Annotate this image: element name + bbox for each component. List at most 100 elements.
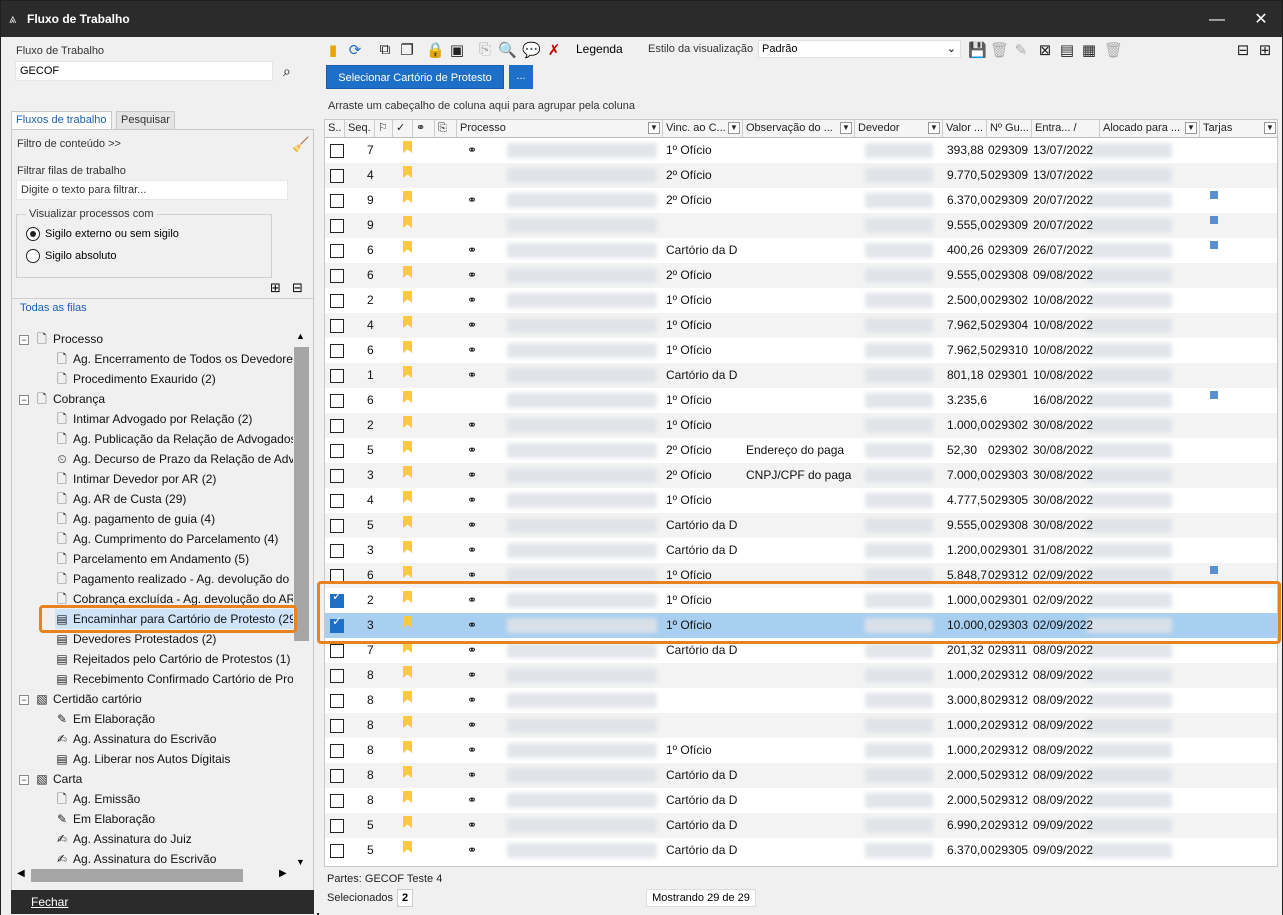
tree-item[interactable]: 🗋 Ag. Cumprimento do Parcelamento (4) (55, 529, 278, 549)
row-checkbox[interactable] (330, 844, 344, 858)
bookmark-icon[interactable] (403, 666, 412, 678)
tree-item[interactable]: ⏲ Ag. Decurso de Prazo da Relação de Advo (55, 449, 293, 469)
bookmark-icon[interactable] (403, 841, 412, 853)
column-header[interactable]: Devedor ▼ (855, 120, 943, 138)
column-header[interactable]: Observação do ... ▼ (743, 120, 855, 138)
row-checkbox[interactable] (330, 644, 344, 658)
link-icon[interactable]: ⚭ (467, 638, 477, 663)
copy-icon[interactable]: ⧉ (376, 41, 394, 58)
save-icon[interactable]: 💾 (968, 41, 987, 59)
column-header[interactable]: ⚭ (413, 120, 435, 138)
row-checkbox[interactable] (330, 394, 344, 408)
tree-item[interactable]: 🗋 Ag. Emissão (55, 789, 140, 809)
bookmark-icon[interactable] (403, 166, 412, 178)
workflow-input[interactable]: GECOF (15, 61, 273, 81)
lock-icon[interactable]: 🔒 (426, 41, 445, 59)
table-row[interactable]: 8 ⚭ Cartório da D 2.000,5 029312 08/09/2022 (325, 763, 1277, 788)
bookmark-icon[interactable] (403, 566, 412, 578)
tree-toggle-icon[interactable]: − (19, 774, 29, 785)
row-checkbox[interactable] (330, 169, 344, 183)
bookmark-icon[interactable] (403, 141, 412, 153)
link-icon[interactable]: ⚭ (467, 413, 477, 438)
link-icon[interactable]: ⚭ (467, 663, 477, 688)
row-checkbox[interactable] (330, 494, 344, 508)
tree-item[interactable]: ▤ Ag. Liberar nos Autos Digitais (55, 749, 230, 769)
tree-item[interactable]: − ▧ Certidão cartório (19, 689, 142, 709)
filter-dropdown-icon[interactable]: ▼ (1185, 122, 1197, 134)
link-icon[interactable]: ⚭ (467, 688, 477, 713)
row-checkbox[interactable] (330, 819, 344, 833)
column-header[interactable]: Processo ▼ (457, 120, 663, 138)
bookmark-icon[interactable] (403, 216, 412, 228)
link-icon[interactable]: ⚭ (467, 363, 477, 388)
bookmark-icon[interactable] (403, 266, 412, 278)
table-row[interactable]: 2 ⚭ 1º Ofício 1.000,0 029302 30/08/2022 (325, 413, 1277, 438)
scroll-up-icon[interactable]: ▲ (296, 331, 305, 341)
link-icon[interactable]: ⚭ (467, 138, 477, 163)
table-row[interactable]: 8 ⚭ 1º Ofício 1.000,2 029312 08/09/2022 (325, 738, 1277, 763)
window-icon[interactable]: ❐ (398, 41, 416, 59)
column-header[interactable]: ⚐ (375, 120, 393, 138)
table-row[interactable]: 3 ⚭ 2º Ofício CNPJ/CPF do paga 7.000,0 029303… (325, 463, 1277, 488)
refresh-icon[interactable]: ⟳ (346, 41, 364, 59)
filter-dropdown-icon[interactable]: ▼ (840, 122, 852, 134)
tree-vscroll[interactable]: ▲ ▼ (293, 329, 310, 874)
tab-pesquisar[interactable]: Pesquisar (116, 111, 175, 129)
row-checkbox[interactable] (330, 319, 344, 333)
bookmark-icon[interactable] (403, 741, 412, 753)
row-checkbox[interactable] (330, 589, 344, 608)
tree-item[interactable]: 🗋 Ag. pagamento de guia (4) (55, 509, 215, 529)
tree-item[interactable]: ✎ Em Elaboração (55, 709, 155, 729)
bookmark-icon[interactable] (403, 366, 412, 378)
link-icon[interactable]: ⚭ (467, 513, 477, 538)
bookmark-icon[interactable] (403, 516, 412, 528)
bookmark-icon[interactable] (403, 491, 412, 503)
row-checkbox[interactable] (330, 769, 344, 783)
tab-fluxos[interactable]: Fluxos de trabalho (11, 111, 112, 129)
tree-item[interactable]: 🗋 Ag. Publicação da Relação de Advogados (55, 429, 293, 449)
scroll-down-icon[interactable]: ▼ (296, 857, 305, 867)
scroll-left-icon[interactable]: ◀ (17, 868, 25, 879)
table-row[interactable]: 4 ⚭ 1º Ofício 7.962,5 029304 10/08/2022 (325, 313, 1277, 338)
scroll-thumb[interactable] (294, 347, 309, 641)
row-checkbox[interactable] (330, 694, 344, 708)
row-checkbox[interactable] (330, 344, 344, 358)
link-icon[interactable]: ⚭ (467, 463, 477, 488)
table-row[interactable]: 2 ⚭ 1º Ofício 1.000,0029301 02/09/2022 (325, 588, 1277, 613)
column-header[interactable]: ✓ (393, 120, 413, 138)
link-icon[interactable]: ⚭ (467, 738, 477, 763)
column-header[interactable]: ⎘ (435, 120, 457, 138)
table-row[interactable]: 3 ⚭ Cartório da D 1.200,0 029301 31/08/2022 (325, 538, 1277, 563)
row-checkbox[interactable] (330, 444, 344, 458)
tree-toggle-icon[interactable]: − (19, 694, 29, 705)
link-icon[interactable]: ⚭ (467, 813, 477, 838)
filter-queues-input[interactable]: Digite o texto para filtrar... (16, 180, 288, 200)
link-icon[interactable]: ⚭ (467, 763, 477, 788)
filter-dropdown-icon[interactable]: ▼ (648, 122, 660, 134)
table-row[interactable]: 8 ⚭ 1.000,2 029312 08/09/2022 (325, 663, 1277, 688)
tree-item[interactable]: − 🗋 Processo (19, 329, 103, 349)
legend-button[interactable]: Legenda (576, 42, 623, 56)
row-checkbox[interactable] (330, 519, 344, 533)
table-row[interactable]: 4 ⚭ 1º Ofício 4.777,5 029305 30/08/2022 (325, 488, 1277, 513)
bookmark-icon[interactable] (403, 641, 412, 653)
table-row[interactable]: 5 ⚭ Cartório da D 9.555,0 029308 30/08/2022 (325, 513, 1277, 538)
row-checkbox[interactable] (330, 144, 344, 158)
table-row[interactable]: 5 ⚭ Cartório da D 6.370,0 029305 09/09/2022 (325, 838, 1277, 863)
tree-item[interactable]: ✍ Ag. Assinatura do Juiz (55, 829, 192, 849)
broom-icon[interactable]: 🧹 (292, 136, 309, 153)
expand-tree-icon[interactable]: ⊞ (270, 280, 281, 296)
tree-item[interactable]: ▤ Recebimento Confirmado Cartório de Prot (55, 669, 293, 689)
table-row[interactable]: 9 9.555,0 029309 20/07/2022 (325, 213, 1277, 238)
bookmark-icon[interactable] (403, 616, 412, 628)
link-icon[interactable]: ⚭ (467, 438, 477, 463)
column-header[interactable]: Seq. (345, 120, 375, 138)
tree-toggle-icon[interactable]: − (19, 334, 29, 345)
table-row[interactable]: 9 ⚭ 2º Ofício 6.370,0 029309 20/07/2022 (325, 188, 1277, 213)
column-header[interactable]: Tarjas ▼ (1200, 120, 1277, 138)
layout-icon[interactable]: ▦ (1080, 41, 1098, 59)
bookmark-icon[interactable] (403, 416, 412, 428)
link-icon[interactable]: ⚭ (467, 263, 477, 288)
tree-item[interactable]: − ▧ Carta (19, 769, 82, 789)
bookmark-icon[interactable] (403, 716, 412, 728)
